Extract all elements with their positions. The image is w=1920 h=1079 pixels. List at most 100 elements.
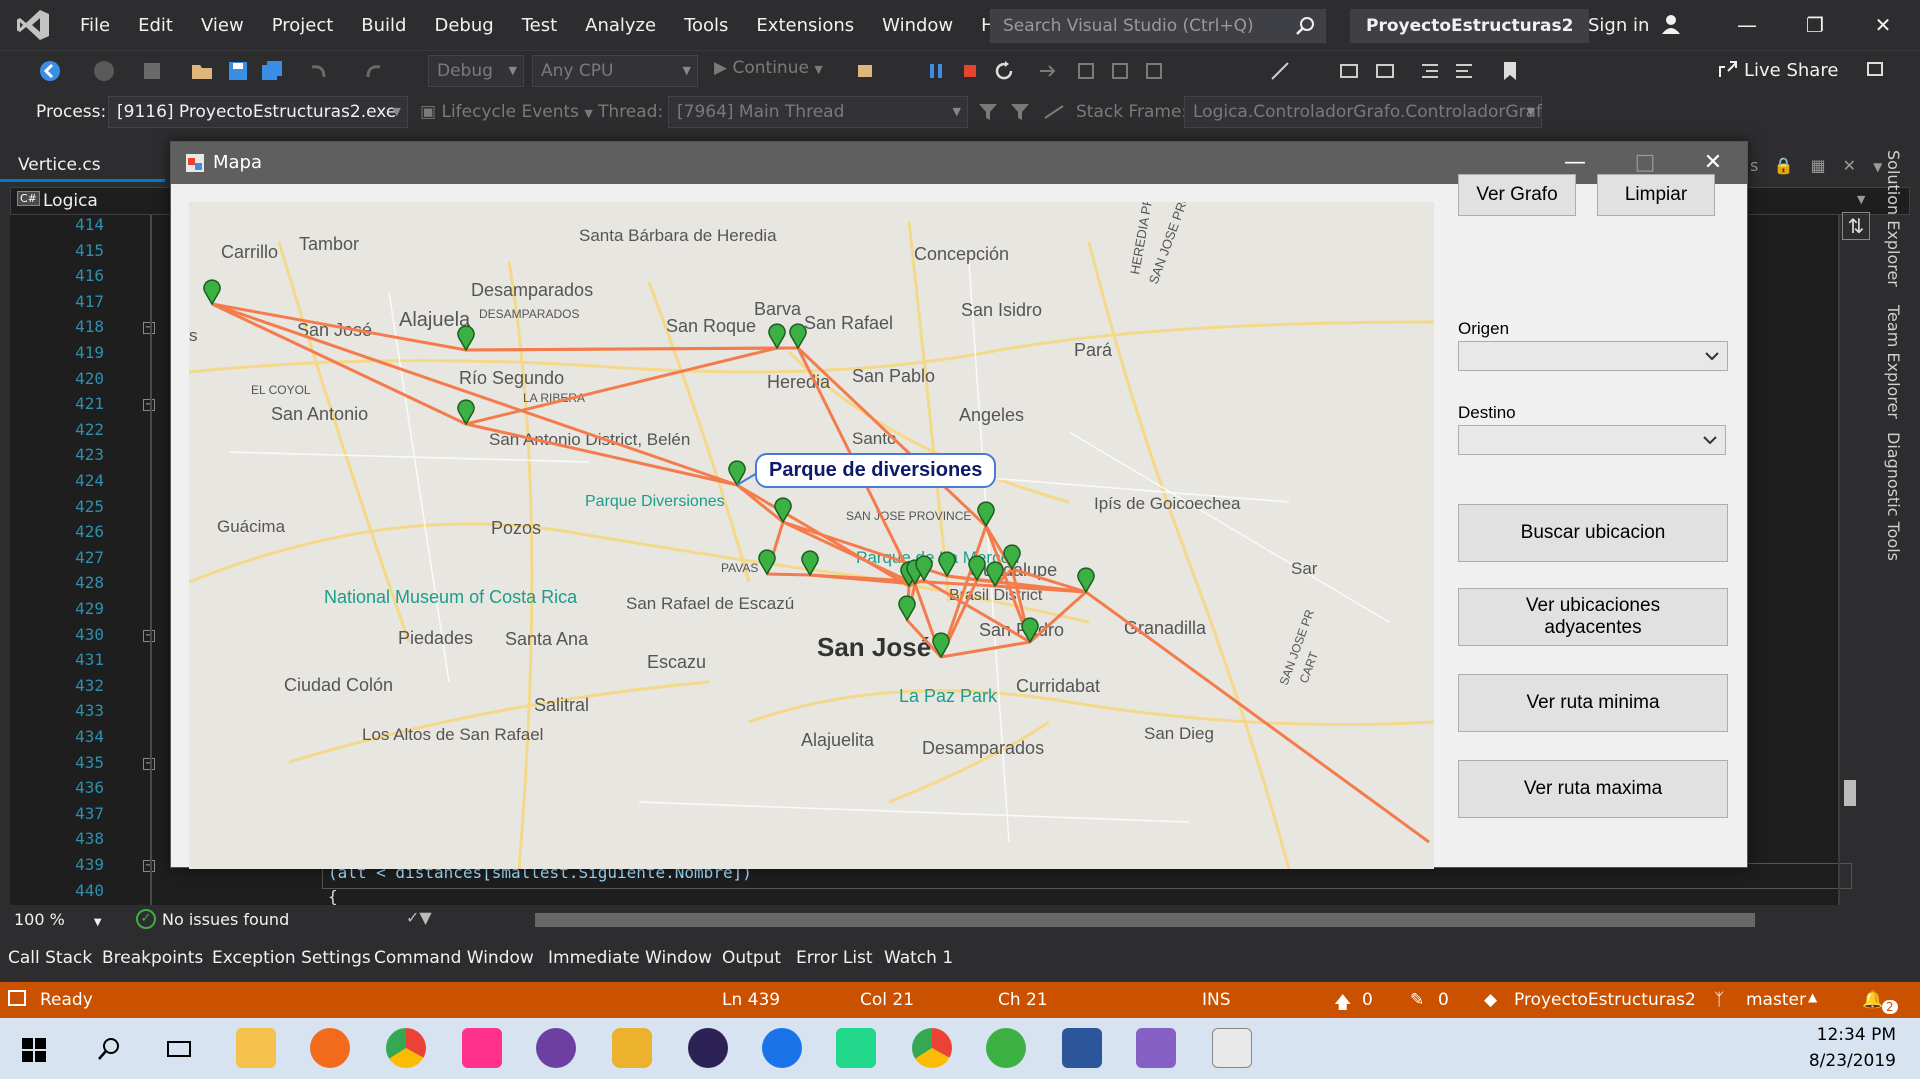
- menu-extensions[interactable]: Extensions: [742, 15, 868, 36]
- undo-icon[interactable]: [306, 59, 330, 83]
- restart-icon[interactable]: [992, 59, 1016, 83]
- find-icon[interactable]: [856, 59, 880, 83]
- github-icon[interactable]: [536, 1028, 576, 1068]
- show-next-statement-icon[interactable]: [1036, 59, 1060, 83]
- location-marker-icon[interactable]: [968, 555, 986, 582]
- minimize-button[interactable]: —: [1732, 10, 1762, 40]
- ver-ruta-minima-button[interactable]: Ver ruta minima: [1458, 674, 1728, 732]
- pin-icon[interactable]: 🔒: [1773, 156, 1793, 175]
- origen-combo[interactable]: [1458, 341, 1728, 371]
- outdent-icon[interactable]: [1452, 59, 1476, 83]
- menu-analyze[interactable]: Analyze: [571, 15, 670, 36]
- stop-icon[interactable]: [958, 59, 982, 83]
- process-combo[interactable]: [9116] ProyectoEstructuras2.exe ▼: [108, 96, 408, 128]
- split-editor-button[interactable]: ⇅: [1842, 212, 1870, 240]
- breakpoint-toggle-icon[interactable]: [1268, 59, 1292, 83]
- location-marker-icon[interactable]: [1077, 567, 1095, 594]
- collapse-region-icon[interactable]: −: [143, 757, 155, 770]
- thread-combo[interactable]: [7964] Main Thread ▼: [668, 96, 968, 128]
- location-marker-icon[interactable]: [1003, 544, 1021, 571]
- issues-status[interactable]: No issues found: [162, 910, 289, 929]
- limpiar-button[interactable]: Limpiar: [1597, 174, 1715, 216]
- tab-breakpoints[interactable]: Breakpoints: [102, 948, 203, 968]
- push-count[interactable]: 0: [1362, 990, 1373, 1010]
- ver-adyacentes-button[interactable]: Ver ubicaciones adyacentes: [1458, 588, 1728, 646]
- vertical-scrollbar[interactable]: [1838, 215, 1840, 905]
- scrollbar-thumb[interactable]: [1844, 780, 1856, 806]
- tab-output[interactable]: Output: [722, 948, 781, 968]
- code-cleanup-icon[interactable]: ✓▼: [406, 908, 432, 927]
- notification-bell-icon[interactable]: 🔔: [1862, 990, 1883, 1010]
- branch-chevron-icon[interactable]: ▲: [1808, 990, 1817, 1004]
- tab-vertice-cs[interactable]: Vertice.cs: [0, 150, 165, 182]
- location-marker-icon[interactable]: [457, 325, 475, 352]
- green-app-icon[interactable]: [986, 1028, 1026, 1068]
- location-marker-icon[interactable]: [789, 323, 807, 350]
- step-out-icon[interactable]: [1142, 59, 1166, 83]
- bookmark-icon[interactable]: [1498, 59, 1522, 83]
- sign-in-button[interactable]: Sign in: [1588, 13, 1683, 36]
- filter-icon[interactable]: [976, 100, 1000, 124]
- tab-list-chevron-icon[interactable]: ▼: [1873, 160, 1882, 174]
- changes-count[interactable]: 0: [1438, 990, 1449, 1010]
- menu-build[interactable]: Build: [347, 15, 420, 36]
- continue-button[interactable]: ▶ Continue ▼: [714, 58, 823, 78]
- maps-icon[interactable]: [762, 1028, 802, 1068]
- visual-studio-icon[interactable]: [1136, 1028, 1176, 1068]
- eclipse-icon[interactable]: [688, 1028, 728, 1068]
- location-marker-icon[interactable]: [932, 632, 950, 659]
- tab-call-stack[interactable]: Call Stack: [8, 948, 92, 968]
- menu-test[interactable]: Test: [508, 15, 571, 36]
- location-marker-icon[interactable]: [203, 279, 221, 306]
- comment-icon[interactable]: [1338, 59, 1362, 83]
- map-view[interactable]: Carrillo Tambor Santa Bárbara de Heredia Co…: [189, 202, 1434, 869]
- slack-icon[interactable]: [612, 1028, 652, 1068]
- buscar-ubicacion-button[interactable]: Buscar ubicacion: [1458, 504, 1728, 562]
- location-marker-icon[interactable]: [758, 549, 776, 576]
- open-folder-icon[interactable]: [190, 59, 214, 83]
- file-explorer-icon[interactable]: [236, 1028, 276, 1068]
- step-into-icon[interactable]: [1074, 59, 1098, 83]
- location-marker-icon[interactable]: [801, 550, 819, 577]
- feedback-icon[interactable]: [1864, 59, 1888, 83]
- location-marker-icon[interactable]: [898, 595, 916, 622]
- menu-window[interactable]: Window: [868, 15, 967, 36]
- up-arrow-icon[interactable]: 🡅: [1334, 990, 1351, 1019]
- nav-dropdown-chevron-icon[interactable]: ▼: [1857, 193, 1865, 206]
- lifecycle-events-button[interactable]: ▣ Lifecycle Events ▼: [420, 102, 593, 122]
- collapse-region-icon[interactable]: −: [143, 322, 155, 335]
- location-marker-icon[interactable]: [938, 551, 956, 578]
- status-project[interactable]: ProyectoEstructuras2: [1514, 990, 1696, 1010]
- preview-icon[interactable]: ▦: [1810, 156, 1825, 175]
- menu-file[interactable]: File: [66, 15, 124, 36]
- live-share-button[interactable]: Live Share: [1718, 59, 1838, 81]
- diagnostic-tools-tab[interactable]: Diagnostic Tools: [1884, 432, 1903, 561]
- restore-button[interactable]: ❐: [1800, 10, 1830, 40]
- navigate-back-icon[interactable]: [38, 59, 62, 83]
- search-input[interactable]: Search Visual Studio (Ctrl+Q): [990, 9, 1326, 43]
- close-button[interactable]: ✕: [1868, 10, 1898, 40]
- zoom-combo[interactable]: 100 % ▼: [14, 910, 102, 929]
- menu-debug[interactable]: Debug: [420, 15, 507, 36]
- flag-threads-icon[interactable]: [1008, 100, 1032, 124]
- menu-edit[interactable]: Edit: [124, 15, 187, 36]
- collapse-region-icon[interactable]: −: [143, 629, 155, 642]
- save-icon[interactable]: [226, 59, 250, 83]
- solution-explorer-tab[interactable]: Solution Explorer: [1884, 150, 1903, 287]
- horizontal-scrollbar[interactable]: [535, 913, 1755, 927]
- tab-exception-settings[interactable]: Exception Settings: [212, 948, 371, 968]
- intellij-icon[interactable]: [462, 1028, 502, 1068]
- step-over-icon[interactable]: [1108, 59, 1132, 83]
- ver-ruta-maxima-button[interactable]: Ver ruta maxima: [1458, 760, 1728, 818]
- branch-icon[interactable]: ᛉ: [1714, 990, 1724, 1010]
- pause-icon[interactable]: [924, 59, 948, 83]
- pycharm-icon[interactable]: [836, 1028, 876, 1068]
- chrome-icon[interactable]: [386, 1028, 426, 1068]
- pen-app-icon[interactable]: [310, 1028, 350, 1068]
- collapse-region-icon[interactable]: −: [143, 399, 155, 412]
- uncomment-icon[interactable]: [1374, 59, 1398, 83]
- search-icon[interactable]: [96, 1036, 122, 1062]
- taskbar-clock[interactable]: 12:34 PM 8/23/2019: [1809, 1022, 1896, 1074]
- status-branch[interactable]: master: [1746, 990, 1806, 1010]
- tab-command-window[interactable]: Command Window: [374, 948, 534, 968]
